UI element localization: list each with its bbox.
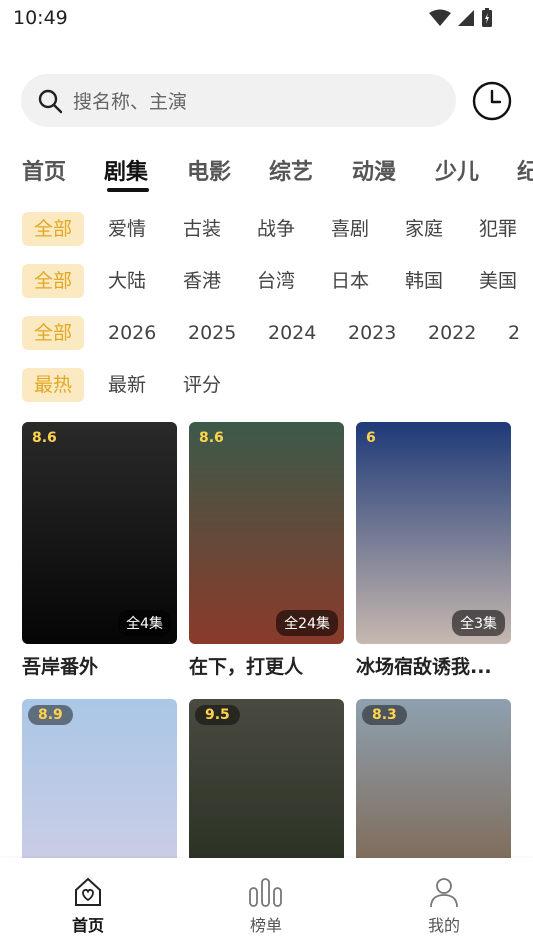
- show-title[interactable]: 冰场宿敌诱我...: [356, 652, 511, 679]
- year-chip[interactable]: 2022: [428, 316, 476, 350]
- genre-chip[interactable]: 古装: [183, 212, 221, 246]
- show-title[interactable]: 吾岸番外: [22, 652, 177, 679]
- chart-bars-icon: [249, 878, 282, 907]
- year-chip[interactable]: 2026: [108, 316, 156, 350]
- region-chip[interactable]: 香港: [183, 264, 221, 298]
- rating-badge: 8.6: [199, 430, 224, 446]
- nav-label: 我的: [427, 916, 460, 935]
- year-chip[interactable]: 2024: [268, 316, 316, 350]
- year-chip[interactable]: 全部: [22, 316, 85, 350]
- rating-badge: 8.3: [362, 705, 407, 725]
- genre-chip[interactable]: 战争: [257, 212, 295, 246]
- sort-chip[interactable]: 评分: [183, 368, 221, 402]
- genre-chip[interactable]: 爱情: [108, 212, 146, 246]
- status-bar: 10:49: [0, 0, 533, 38]
- rating-badge: 9.5: [195, 705, 240, 725]
- episode-count-badge: 全3集: [452, 610, 505, 636]
- region-chip[interactable]: 全部: [22, 264, 85, 298]
- show-card[interactable]: 6 全3集 冰场宿敌诱我...: [356, 422, 511, 679]
- sort-chip[interactable]: 最新: [108, 368, 146, 402]
- history-clock-icon[interactable]: [472, 81, 512, 121]
- tab-home[interactable]: 首页: [22, 154, 66, 186]
- battery-icon: [482, 8, 492, 27]
- genre-chip[interactable]: 喜剧: [331, 212, 369, 246]
- genre-chip[interactable]: 家庭: [405, 212, 443, 246]
- search-placeholder: 搜名称、主演: [73, 91, 188, 113]
- category-tabs: 首页 剧集 电影 综艺 动漫 少儿 纪: [0, 150, 533, 196]
- show-poster[interactable]: 8.6 全24集: [189, 422, 344, 644]
- show-poster[interactable]: 6 全3集: [356, 422, 511, 644]
- rating-badge: 6: [366, 430, 376, 446]
- year-chip[interactable]: 2023: [348, 316, 396, 350]
- user-icon: [430, 878, 458, 908]
- tab-kids[interactable]: 少儿: [435, 154, 479, 186]
- show-title[interactable]: 在下，打更人: [189, 652, 344, 679]
- nav-label: 榜单: [249, 916, 282, 935]
- year-filter-row: 全部 2026 2025 2024 2023 2022 2: [0, 316, 533, 352]
- wifi-icon: [429, 9, 451, 26]
- region-chip[interactable]: 日本: [331, 264, 369, 298]
- tab-anime[interactable]: 动漫: [352, 154, 396, 186]
- tab-movies[interactable]: 电影: [187, 154, 231, 186]
- tab-series[interactable]: 剧集: [104, 154, 148, 186]
- sort-filter-row: 最热 最新 评分: [0, 368, 533, 404]
- year-chip[interactable]: 2025: [188, 316, 236, 350]
- show-card[interactable]: 8.6 全24集 在下，打更人: [189, 422, 344, 679]
- bottom-nav: 首页 榜单 我的: [0, 858, 533, 948]
- genre-chip[interactable]: 犯罪: [479, 212, 517, 246]
- active-tab-indicator: [107, 188, 149, 192]
- sort-chip[interactable]: 最热: [22, 368, 85, 402]
- nav-label: 首页: [71, 916, 104, 935]
- status-icons: [429, 8, 493, 28]
- rating-badge: 8.6: [32, 430, 57, 446]
- region-chip[interactable]: 台湾: [257, 264, 295, 298]
- episode-count-badge: 全24集: [276, 610, 338, 636]
- home-heart-icon: [75, 877, 101, 906]
- nav-ranking[interactable]: 榜单: [226, 876, 306, 936]
- region-chip[interactable]: 美国: [479, 264, 517, 298]
- year-chip[interactable]: 2: [508, 316, 520, 350]
- region-chip[interactable]: 大陆: [108, 264, 146, 298]
- rating-badge: 8.9: [28, 705, 73, 725]
- region-filter-row: 全部 大陆 香港 台湾 日本 韩国 美国: [0, 264, 533, 300]
- status-time: 10:49: [13, 7, 68, 29]
- genre-chip[interactable]: 全部: [22, 212, 85, 246]
- episode-count-badge: 全4集: [118, 610, 171, 636]
- search-icon: [38, 89, 63, 113]
- search-input[interactable]: 搜名称、主演: [21, 74, 456, 127]
- nav-home[interactable]: 首页: [48, 876, 128, 936]
- tab-documentary[interactable]: 纪: [517, 154, 533, 186]
- region-chip[interactable]: 韩国: [405, 264, 443, 298]
- genre-filter-row: 全部 爱情 古装 战争 喜剧 家庭 犯罪: [0, 212, 533, 248]
- tab-variety[interactable]: 综艺: [269, 154, 313, 186]
- nav-profile[interactable]: 我的: [404, 876, 484, 936]
- signal-icon: [458, 10, 474, 26]
- show-poster[interactable]: 8.6 全4集: [22, 422, 177, 644]
- show-card[interactable]: 8.6 全4集 吾岸番外: [22, 422, 177, 679]
